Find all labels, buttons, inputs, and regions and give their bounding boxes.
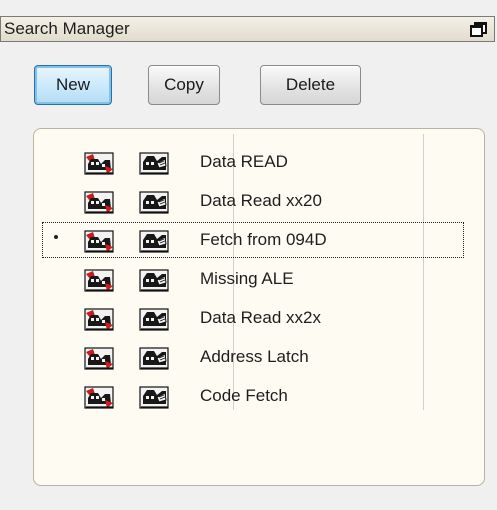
search-list-item-label: Missing ALE xyxy=(200,269,294,288)
search-list-item[interactable]: Data READ xyxy=(43,145,463,179)
search-list-item[interactable]: Fetch from 094D xyxy=(42,222,464,258)
search-list-item-label: Data READ xyxy=(200,152,288,171)
logic-analyzer-note-icon[interactable] xyxy=(138,306,172,332)
logic-analyzer-trace-icon[interactable] xyxy=(83,345,117,371)
search-list-item-label: Code Fetch xyxy=(200,386,288,405)
new-button[interactable]: New xyxy=(34,65,112,105)
logic-analyzer-trace-icon[interactable] xyxy=(83,189,117,215)
logic-analyzer-note-icon[interactable] xyxy=(138,267,172,293)
search-list-item-label: Address Latch xyxy=(200,347,309,366)
restore-window-icon[interactable] xyxy=(468,20,488,38)
logic-analyzer-trace-icon[interactable] xyxy=(83,150,117,176)
search-list-item[interactable]: Missing ALE xyxy=(43,262,463,296)
search-list-item[interactable]: Code Fetch xyxy=(43,379,463,413)
logic-analyzer-note-icon[interactable] xyxy=(138,228,172,254)
logic-analyzer-note-icon[interactable] xyxy=(138,345,172,371)
logic-analyzer-trace-icon[interactable] xyxy=(83,384,117,410)
window-title: Search Manager xyxy=(4,19,130,38)
search-list-item[interactable]: Address Latch xyxy=(43,340,463,374)
search-list-item[interactable]: Data Read xx20 xyxy=(43,184,463,218)
search-list-item-label: Data Read xx2x xyxy=(200,308,321,327)
selection-bullet-icon xyxy=(54,235,58,239)
logic-analyzer-trace-icon[interactable] xyxy=(83,306,117,332)
search-list-item-label: Fetch from 094D xyxy=(200,230,327,249)
title-bar: Search Manager xyxy=(0,16,495,42)
logic-analyzer-trace-icon[interactable] xyxy=(83,267,117,293)
restore-front-frame xyxy=(470,25,483,37)
logic-analyzer-note-icon[interactable] xyxy=(138,150,172,176)
delete-button[interactable]: Delete xyxy=(260,65,361,105)
copy-button[interactable]: Copy xyxy=(148,65,220,105)
logic-analyzer-trace-icon[interactable] xyxy=(83,228,117,254)
logic-analyzer-note-icon[interactable] xyxy=(138,384,172,410)
search-list-item-label: Data Read xx20 xyxy=(200,191,322,210)
search-list-item[interactable]: Data Read xx2x xyxy=(43,301,463,335)
search-list-panel[interactable]: Data READ Data Read xx20 Fetch from 094D Mi… xyxy=(33,128,485,486)
logic-analyzer-note-icon[interactable] xyxy=(138,189,172,215)
